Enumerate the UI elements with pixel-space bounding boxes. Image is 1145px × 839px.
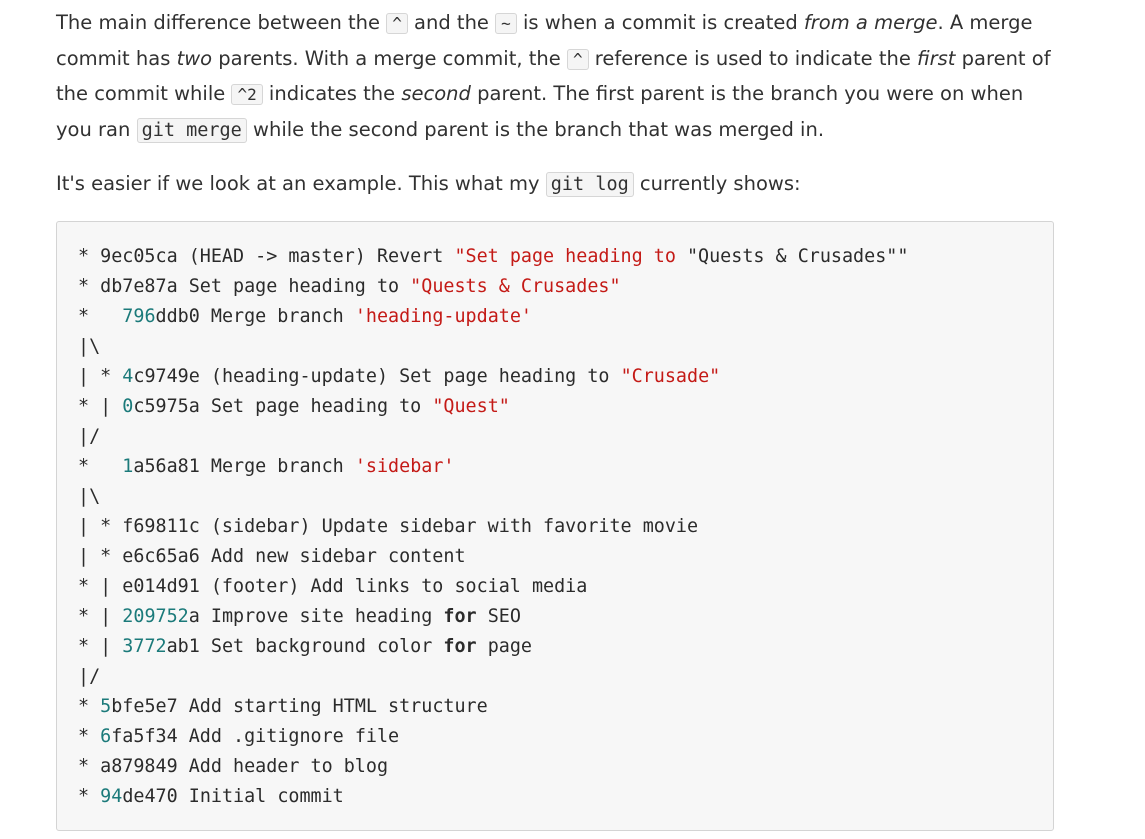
git-log-output: * 9ec05ca (HEAD -> master) Revert "Set p… [78,242,908,812]
text-segment: indicates the [262,82,402,106]
git-log-line: |\ [78,482,908,512]
git-log-line: * | 209752a Improve site heading for SEO [78,602,908,632]
code-token: "Quest" [432,396,510,417]
code-token: * db7e87a Set page heading to [78,276,411,297]
git-log-line: * 5bfe5e7 Add starting HTML structure [78,692,908,722]
git-log-line: | * f69811c (sidebar) Update sidebar wit… [78,512,908,542]
code-token: "Quests & Crusades"" [686,246,909,267]
code-token: "Set page heading to [454,246,687,267]
git-log-line: |/ [78,422,908,452]
code-token: page [476,636,532,657]
code-token: "Quests & Crusades" [410,276,621,297]
git-log-line: * | 0c5975a Set page heading to "Quest" [78,392,908,422]
git-log-line: * | e014d91 (footer) Add links to social… [78,572,908,602]
code-token: SEO [476,606,521,627]
text-segment: The main difference between the [56,11,387,34]
code-token: * | [78,636,123,657]
paragraph-example-intro: It's easier if we look at an example. Th… [56,167,1056,203]
code-token: * | [78,396,123,417]
code-token: 4 [122,366,134,387]
code-token: for [443,606,477,627]
git-log-line: * db7e87a Set page heading to "Quests & … [78,272,908,302]
git-log-line: * 6fa5f34 Add .gitignore file [78,722,908,752]
code-token: * a879849 Add header to blog [78,756,389,777]
git-log-line: | * e6c65a6 Add new sidebar content [78,542,908,572]
code-token: | * f69811c (sidebar) Update sidebar [78,516,488,537]
text-segment: parents. With a merge commit, the [212,46,567,70]
git-log-line: * 94de470 Initial commit [78,782,908,812]
code-token: 5 [100,696,112,717]
code-token: 796 [122,306,156,327]
code-token: * [78,696,101,717]
inline-code-git-merge: git merge [136,118,247,144]
code-token: | * [78,366,123,387]
text-segment: and the [407,11,496,34]
inline-code-caret: ^ [386,13,408,34]
code-token: de470 Initial commit [122,786,344,807]
code-token: |/ [78,666,101,687]
git-log-line: |/ [78,662,908,692]
code-token: with [487,516,532,537]
code-token: 1 [122,456,134,477]
code-token: * 9ec05ca (HEAD -> master) Revert [78,246,455,267]
code-token: 94 [100,786,123,807]
code-token: "Crusade" [620,366,721,387]
code-token: for [443,636,477,657]
code-token: 209752 [122,606,189,627]
code-token: 6 [100,726,112,747]
git-log-line: * a879849 Add header to blog [78,752,908,782]
text-segment: reference is used to indicate the [588,46,918,70]
code-token: * [78,786,101,807]
code-token: | * e6c65a6 Add new sidebar content [78,546,466,567]
code-token: ab1 Set background color [166,636,444,657]
git-log-line: * | 3772ab1 Set background color for pag… [78,632,908,662]
code-token: * | e014d91 (footer) Add links to social… [78,576,588,597]
code-token: 3772 [122,636,167,657]
paragraph-merge-explanation: The main difference between the ^ and th… [56,6,1056,149]
emphasis-from-a-merge: from a merge [803,11,938,34]
code-token: a Improve site heading [188,606,444,627]
code-token: * [78,726,101,747]
text-segment: is when a commit is created [516,11,804,34]
code-token: ddb0 Merge branch [155,306,355,327]
code-token: * [78,456,123,477]
code-token: 'sidebar' [354,456,455,477]
emphasis-two: two [176,46,213,70]
code-token: |\ [78,486,101,507]
code-token: fa5f34 Add .gitignore file [111,726,400,747]
code-token: bfe5e7 Add starting HTML structure [111,696,488,717]
emphasis-first: first [917,46,956,70]
code-token: |/ [78,426,101,447]
code-token: 'heading-update' [354,306,532,327]
article-body: The main difference between the ^ and th… [56,6,1056,203]
inline-code-tilde: ~ [495,13,517,34]
code-token: * | [78,606,123,627]
inline-code-git-log: git log [545,171,634,197]
text-segment: currently shows: [633,171,801,195]
code-token: |\ [78,336,101,357]
code-token: favorite movie [531,516,699,537]
text-segment: It's easier if we look at an example. Th… [56,171,546,195]
code-token: * [78,306,123,327]
git-log-line: | * 4c9749e (heading-update) Set page he… [78,362,908,392]
git-log-code-block: * 9ec05ca (HEAD -> master) Revert "Set p… [56,221,1054,831]
git-log-line: |\ [78,332,908,362]
emphasis-second: second [401,82,471,106]
git-log-line: * 9ec05ca (HEAD -> master) Revert "Set p… [78,242,908,272]
code-token: a56a81 Merge branch [133,456,355,477]
git-log-line: * 1a56a81 Merge branch 'sidebar' [78,452,908,482]
inline-code-caret-2: ^ [566,48,589,70]
code-token: c5975a Set page heading to [133,396,433,417]
git-log-line: * 796ddb0 Merge branch 'heading-update' [78,302,908,332]
text-segment: while the second parent is the branch th… [246,118,825,142]
code-token: c9749e (heading-update) Set page heading… [133,366,621,387]
code-token: 0 [122,396,134,417]
inline-code-caret-two: ^2 [231,84,263,106]
